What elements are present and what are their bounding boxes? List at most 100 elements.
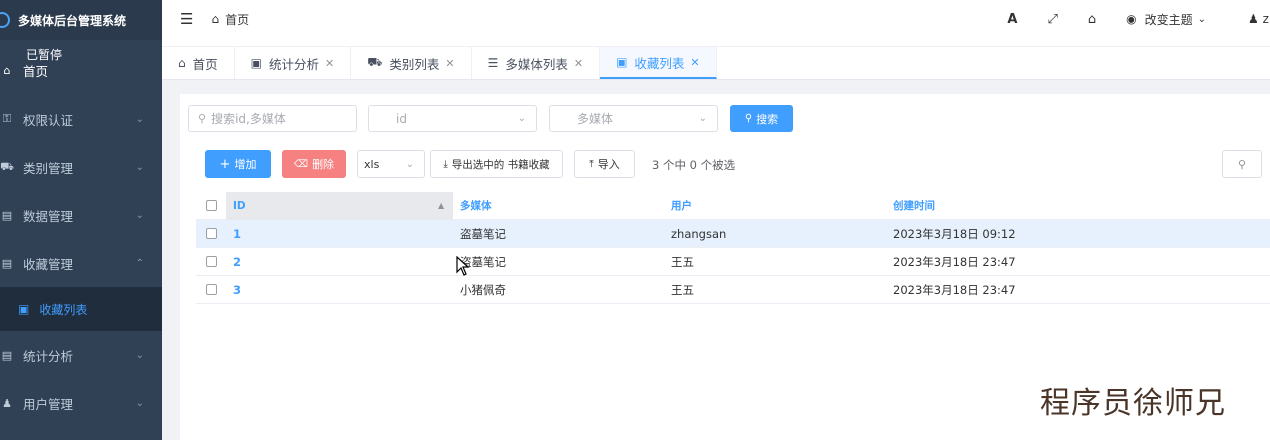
row-checkbox[interactable]: [206, 228, 217, 239]
sidebar-item-label: 数据管理: [23, 208, 74, 224]
table-row[interactable]: 3 小猪佩奇 王五 2023年3月18日 23:47: [196, 276, 1270, 304]
close-icon[interactable]: ✕: [574, 57, 583, 70]
image-icon: ▣: [616, 55, 628, 69]
chevron-up-icon: ⌃: [135, 257, 144, 269]
user-menu[interactable]: ♟ z: [1248, 12, 1270, 26]
car-icon: ⛟: [367, 55, 383, 69]
table-row[interactable]: 1 盗墓笔记 zhangsan 2023年3月18日 09:12: [196, 220, 1270, 248]
chevron-down-icon: ⌄: [698, 113, 707, 124]
theme-switcher[interactable]: ◉ 改变主题 ⌄: [1126, 11, 1206, 28]
tags-view: ⌂ 首页 ▣ 统计分析 ✕ ⛟ 类别列表 ✕ ☰ 多媒体列表 ✕ ▣ 收藏列表 …: [162, 46, 1270, 80]
close-icon[interactable]: ✕: [325, 57, 334, 70]
add-button[interactable]: + 增加: [205, 150, 271, 178]
row-id[interactable]: 2: [233, 255, 241, 269]
sort-asc-icon[interactable]: ▲: [438, 201, 444, 210]
header-created[interactable]: 创建时间: [893, 198, 935, 213]
table-search-button[interactable]: ⚲: [1222, 150, 1262, 178]
search-placeholder: 搜索id,多媒体: [211, 112, 286, 126]
tab-media-list[interactable]: ☰ 多媒体列表 ✕: [472, 47, 601, 79]
row-user: 王五: [671, 282, 694, 297]
header-id[interactable]: ID: [233, 200, 246, 212]
fullscreen-icon[interactable]: ⤢: [1047, 12, 1057, 27]
sidebar-item-label: 收藏管理: [23, 256, 74, 272]
tab-home[interactable]: ⌂ 首页: [162, 47, 235, 79]
app-title: 多媒体后台管理系统: [18, 13, 127, 28]
home-icon: ⌂: [3, 63, 11, 77]
mouse-cursor-icon: [456, 256, 470, 276]
sidebar-item-favorites-list[interactable]: ▣ 收藏列表: [0, 287, 162, 331]
username: z: [1262, 12, 1269, 26]
font-size-icon[interactable]: A: [1007, 12, 1017, 27]
row-id[interactable]: 1: [233, 227, 241, 241]
id-placeholder: id: [396, 111, 407, 126]
trash-icon: ⌫: [293, 158, 309, 170]
home-icon[interactable]: ⌂: [211, 12, 219, 26]
hamburger-icon[interactable]: ☰: [180, 10, 193, 28]
header-user[interactable]: 用户: [671, 198, 692, 213]
sidebar-item-label: 权限认证: [23, 112, 74, 128]
sidebar-item-stats[interactable]: ▤ 统计分析 ⌄: [0, 331, 162, 379]
add-button-label: 增加: [234, 158, 257, 171]
search-input[interactable]: ⚲ 搜索id,多媒体: [188, 105, 357, 132]
header-media[interactable]: 多媒体: [460, 198, 492, 213]
row-checkbox[interactable]: [206, 256, 217, 267]
sidebar-item-users[interactable]: ♟ 用户管理 ⌄: [0, 379, 162, 427]
image-icon: ▣: [250, 56, 262, 70]
select-all-checkbox[interactable]: [206, 200, 217, 211]
media-select[interactable]: 多媒体 ⌄: [549, 105, 718, 132]
row-checkbox[interactable]: [206, 284, 217, 295]
table-row[interactable]: 2 盗墓笔记 王五 2023年3月18日 23:47: [196, 248, 1270, 276]
sidebar-item-category[interactable]: ⛟ 类别管理 ⌄: [0, 143, 162, 191]
row-id[interactable]: 3: [233, 283, 241, 297]
home-icon[interactable]: ⌂: [1088, 12, 1096, 27]
tab-label: 类别列表: [389, 56, 440, 72]
sidebar-item-data[interactable]: ▤ 数据管理 ⌄: [0, 191, 162, 239]
download-icon: ⤓: [443, 158, 448, 170]
tab-category-list[interactable]: ⛟ 类别列表 ✕: [351, 47, 472, 79]
navbar: ☰ ⌂ 首页 A ⤢ ⌂ ◉ 改变主题 ⌄ ♟ z: [162, 0, 1270, 38]
selection-count: 3 个中 0 个被选: [652, 158, 736, 172]
chevron-down-icon: ⌄: [517, 113, 526, 124]
breadcrumb[interactable]: 首页: [225, 11, 249, 28]
sorted-column-bg: [226, 192, 453, 220]
search-button-label: 搜索: [756, 112, 779, 126]
tab-label: 多媒体列表: [505, 56, 568, 72]
car-icon: ⛟: [0, 159, 14, 173]
export-button[interactable]: ⤓ 导出选中的 书籍收藏: [430, 150, 563, 178]
home-icon: ⌂: [178, 56, 186, 70]
id-select[interactable]: id ⌄: [368, 105, 537, 132]
format-select[interactable]: xls ⌄: [357, 150, 425, 178]
search-button[interactable]: ⚲ 搜索: [730, 105, 793, 132]
row-created: 2023年3月18日 09:12: [893, 226, 1016, 241]
list-icon: ▤: [1, 348, 13, 362]
sidebar-item-auth[interactable]: ⚿ 权限认证 ⌄: [0, 95, 162, 143]
tab-favorites-list[interactable]: ▣ 收藏列表 ✕: [600, 47, 717, 79]
theme-label: 改变主题: [1144, 12, 1193, 27]
row-created: 2023年3月18日 23:47: [893, 254, 1016, 269]
search-icon: ⚲: [198, 112, 207, 125]
tab-label: 统计分析: [268, 56, 319, 72]
delete-button-label: 删除: [312, 158, 335, 171]
search-icon: ⚲: [1237, 157, 1247, 171]
sidebar-item-label: 收藏列表: [39, 302, 88, 317]
upload-icon: ⤒: [589, 158, 594, 170]
sidebar-item-home[interactable]: ⌂ 首页: [0, 48, 162, 92]
list-icon: ▤: [1, 208, 13, 222]
sidebar-item-label: 首页: [23, 63, 49, 79]
logo-icon: [0, 12, 10, 28]
media-placeholder: 多媒体: [577, 112, 614, 126]
sidebar: 多媒体后台管理系统 已暂停 ⌂ 首页 ⚿ 权限认证 ⌄ ⛟ 类别管理 ⌄ ▤ 数…: [0, 0, 162, 440]
user-icon: ♟: [1248, 12, 1259, 26]
sidebar-item-favorites[interactable]: ▤ 收藏管理 ⌃: [0, 239, 162, 287]
watermark: 程序员徐师兄: [1040, 386, 1226, 421]
row-media: 小猪佩奇: [460, 282, 506, 297]
close-icon[interactable]: ✕: [445, 57, 454, 70]
tab-stats[interactable]: ▣ 统计分析 ✕: [235, 47, 352, 79]
import-button[interactable]: ⤒ 导入: [574, 150, 635, 178]
delete-button[interactable]: ⌫ 删除: [282, 150, 346, 178]
row-media: 盗墓笔记: [460, 226, 506, 241]
plus-icon: +: [219, 156, 231, 172]
close-icon[interactable]: ✕: [690, 56, 699, 69]
favorites-table: ID ▲ 多媒体 用户 创建时间 1 盗墓笔记 zhangsan 2023年3月…: [196, 192, 1270, 304]
key-icon: ⚿: [2, 112, 12, 125]
